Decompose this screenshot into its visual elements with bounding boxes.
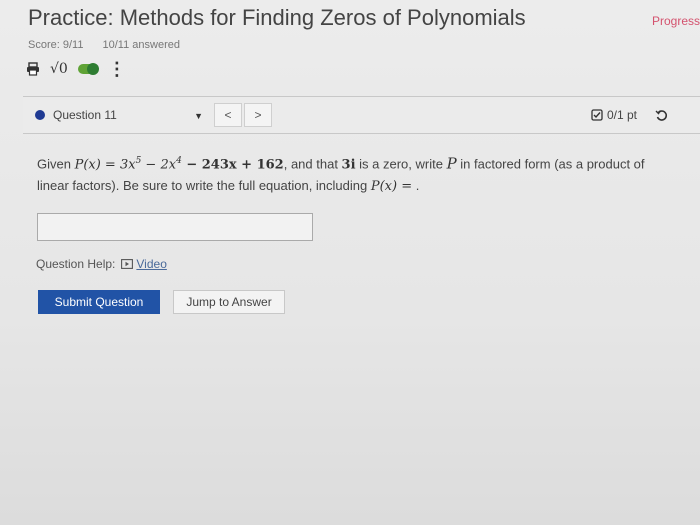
prev-question-button[interactable]: <: [214, 103, 242, 127]
math-keyboard-toggle[interactable]: √0: [50, 61, 68, 77]
page-title: Practice: Methods for Finding Zeros of P…: [28, 5, 526, 30]
q-text-3: is a zero, write: [355, 156, 447, 172]
retry-icon[interactable]: [655, 109, 668, 122]
next-question-button[interactable]: >: [244, 103, 272, 127]
q-math-6: P(x) =: [370, 179, 413, 195]
answered-count: 10/11 answered: [102, 39, 180, 51]
submit-question-button[interactable]: Submit Question: [38, 290, 160, 314]
checkbox-icon: [591, 109, 603, 121]
question-select[interactable]: Question 11 ▼: [35, 103, 203, 127]
q-text-2: , and that: [283, 156, 342, 172]
toggle-switch[interactable]: [77, 63, 99, 75]
question-nav-bar: Question 11 ▼ < > 0/1 pt: [23, 96, 700, 134]
points-display: 0/1 pt: [591, 108, 668, 122]
toolbar: √0 ⋮: [26, 60, 126, 78]
score-row: Score: 9/11 10/11 answered: [28, 39, 196, 51]
score-text: Score: 9/11: [28, 39, 84, 51]
q-math-1: P(x) = 3x: [74, 157, 136, 173]
answer-input[interactable]: [37, 213, 313, 241]
video-link-label: Video: [136, 257, 167, 271]
question-select-label: Question 11: [53, 108, 117, 122]
q-math-5: P: [446, 154, 457, 173]
question-text: Given P(x) = 3x5 − 2x4 − 243x + 162, and…: [37, 151, 657, 197]
q-math-4: 3i: [341, 157, 356, 173]
kebab-icon[interactable]: ⋮: [108, 60, 126, 78]
progress-link[interactable]: Progress: [652, 14, 700, 28]
video-icon: [121, 259, 134, 269]
q-text-1: Given: [37, 156, 75, 172]
jump-to-answer-button[interactable]: Jump to Answer: [173, 290, 285, 314]
printer-icon[interactable]: [26, 62, 40, 76]
q-math-2: − 2x: [141, 157, 177, 173]
points-text: 0/1 pt: [606, 108, 637, 122]
caret-down-icon: ▼: [194, 111, 203, 121]
q-math-3: − 243x + 162: [181, 157, 284, 173]
question-help: Question Help: Video: [36, 257, 167, 271]
question-status-dot: [35, 110, 45, 120]
video-link[interactable]: Video: [121, 257, 167, 271]
q-text-5: .: [412, 178, 420, 194]
question-help-label: Question Help:: [36, 257, 116, 271]
